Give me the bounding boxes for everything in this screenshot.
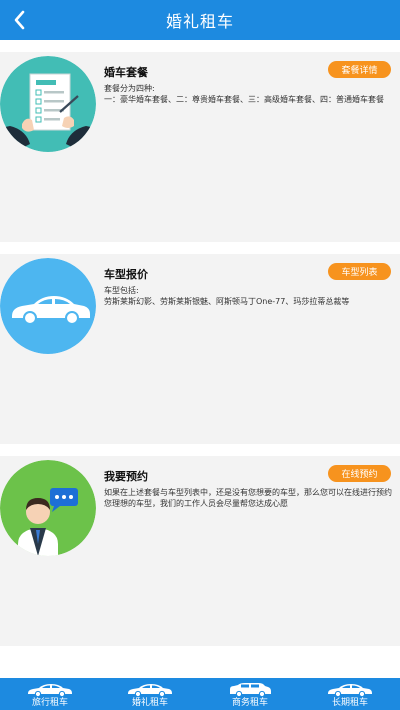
page-title: 婚礼租车 xyxy=(165,12,234,31)
tab-long-term-rental[interactable]: 长期租车 xyxy=(300,678,400,710)
card-wedding-package: 婚车套餐 套餐详情 套餐分为四种: 一：豪华婚车套餐、二：尊贵婚车套餐、三：高级… xyxy=(0,52,400,242)
tab-label: 商务租车 xyxy=(231,698,268,708)
car-list-button[interactable]: 车型列表 xyxy=(328,263,391,280)
tab-travel-rental[interactable]: 旅行租车 xyxy=(0,678,100,710)
car-icon xyxy=(28,684,72,698)
card-description: 套餐分为四种: 一：豪华婚车套餐、二：尊贵婚车套餐、三：高级婚车套餐、四：普通婚… xyxy=(104,84,384,104)
card-description: 如果在上述套餐与车型列表中，还是没有您想要的车型，那么您可以在线进行预约您理想的… xyxy=(104,488,392,508)
card-booking: 我要预约 在线预约 如果在上述套餐与车型列表中，还是没有您想要的车型，那么您可以… xyxy=(0,456,400,646)
bottom-tab-bar: 旅行租车 婚礼租车 商务租车 长期租车 xyxy=(0,678,400,710)
card-title: 车型报价 xyxy=(104,268,148,281)
card-car-prices: 车型报价 车型列表 车型包括: 劳斯莱斯幻影、劳斯莱斯银魅、阿斯顿马丁One-7… xyxy=(0,254,400,444)
tab-wedding-rental[interactable]: 婚礼租车 xyxy=(100,678,200,710)
tab-label: 婚礼租车 xyxy=(131,698,168,708)
chevron-left-icon xyxy=(14,10,25,30)
car-icon xyxy=(128,684,172,698)
tab-business-rental[interactable]: 商务租车 xyxy=(200,678,300,710)
car-icon xyxy=(230,683,271,698)
customer-service-chat-icon xyxy=(0,460,96,556)
card-title: 我要预约 xyxy=(104,470,148,483)
tab-label: 长期租车 xyxy=(331,698,368,708)
car-icon xyxy=(328,684,372,698)
back-button[interactable] xyxy=(6,6,32,34)
card-title: 婚车套餐 xyxy=(104,66,148,79)
package-details-button[interactable]: 套餐详情 xyxy=(328,61,391,78)
wedding-package-checklist-icon xyxy=(0,56,96,152)
tab-label: 旅行租车 xyxy=(31,698,68,708)
online-booking-button[interactable]: 在线预约 xyxy=(328,465,391,482)
header-bar: 婚礼租车 xyxy=(0,0,400,40)
sedan-car-icon xyxy=(0,258,96,354)
card-description: 车型包括: 劳斯莱斯幻影、劳斯莱斯银魅、阿斯顿马丁One-77、玛莎拉蒂总裁等 xyxy=(104,286,350,306)
